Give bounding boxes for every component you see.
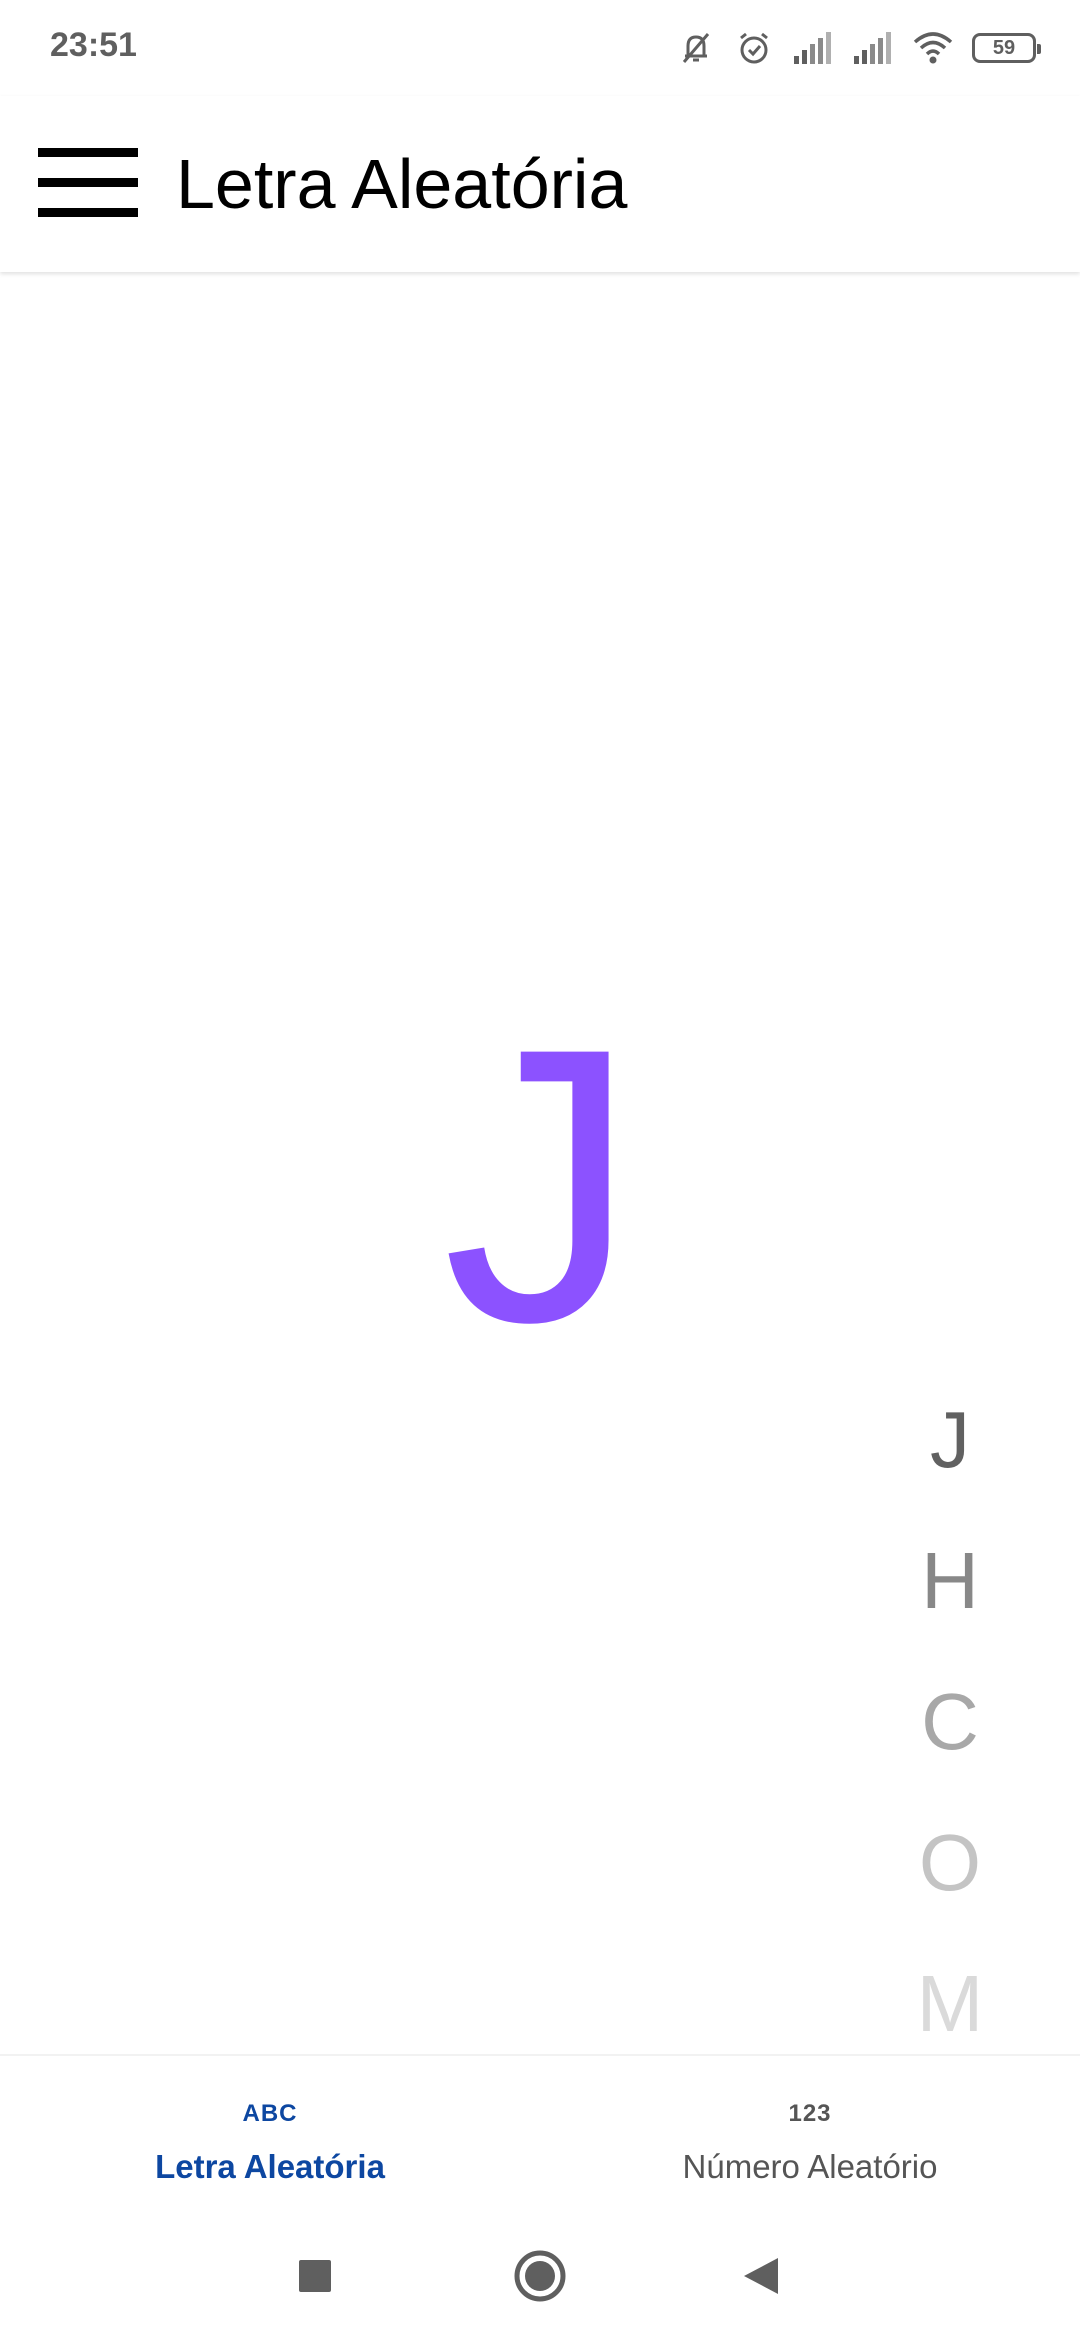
history-item: O bbox=[918, 1818, 982, 1907]
tab-label: Número Aleatório bbox=[682, 2148, 938, 2185]
current-letter[interactable]: J bbox=[0, 990, 1080, 1380]
abc-icon: ABC bbox=[242, 2100, 298, 2127]
bell-off-icon bbox=[676, 28, 716, 68]
status-time: 23:51 bbox=[50, 26, 137, 64]
menu-icon[interactable] bbox=[38, 148, 138, 218]
alarm-icon bbox=[734, 28, 774, 68]
tab-letra-aleatoria[interactable]: ABC Letra Aleatória bbox=[0, 2056, 540, 2216]
signal-icon bbox=[792, 30, 834, 66]
tab-label: Letra Aleatória bbox=[155, 2148, 385, 2185]
back-icon[interactable] bbox=[730, 2246, 790, 2306]
home-icon[interactable] bbox=[510, 2246, 570, 2306]
app-bar: Letra Aleatória bbox=[0, 96, 1080, 272]
signal-icon bbox=[852, 30, 894, 66]
history-item: H bbox=[921, 1536, 979, 1625]
wifi-icon bbox=[912, 30, 954, 66]
history-item: C bbox=[921, 1677, 979, 1766]
battery-level: 59 bbox=[992, 36, 1016, 59]
battery-icon: 59 bbox=[972, 33, 1041, 63]
status-bar: 23:51 59 bbox=[0, 0, 1080, 96]
system-navigation-bar bbox=[0, 2214, 1080, 2340]
letter-history-list: J H C O M bbox=[900, 1390, 1000, 2095]
bottom-navigation: ABC Letra Aleatória 123 Número Aleatório bbox=[0, 2054, 1080, 2216]
recent-apps-icon[interactable] bbox=[285, 2246, 345, 2306]
numbers-icon: 123 bbox=[788, 2100, 832, 2127]
tab-numero-aleatorio[interactable]: 123 Número Aleatório bbox=[540, 2056, 1080, 2216]
screen: 23:51 59 Letra Aleatória J J H C O M ABC… bbox=[0, 0, 1080, 2340]
status-icons: 59 bbox=[676, 28, 1041, 68]
page-title: Letra Aleatória bbox=[176, 145, 628, 223]
history-item: J bbox=[930, 1395, 970, 1484]
